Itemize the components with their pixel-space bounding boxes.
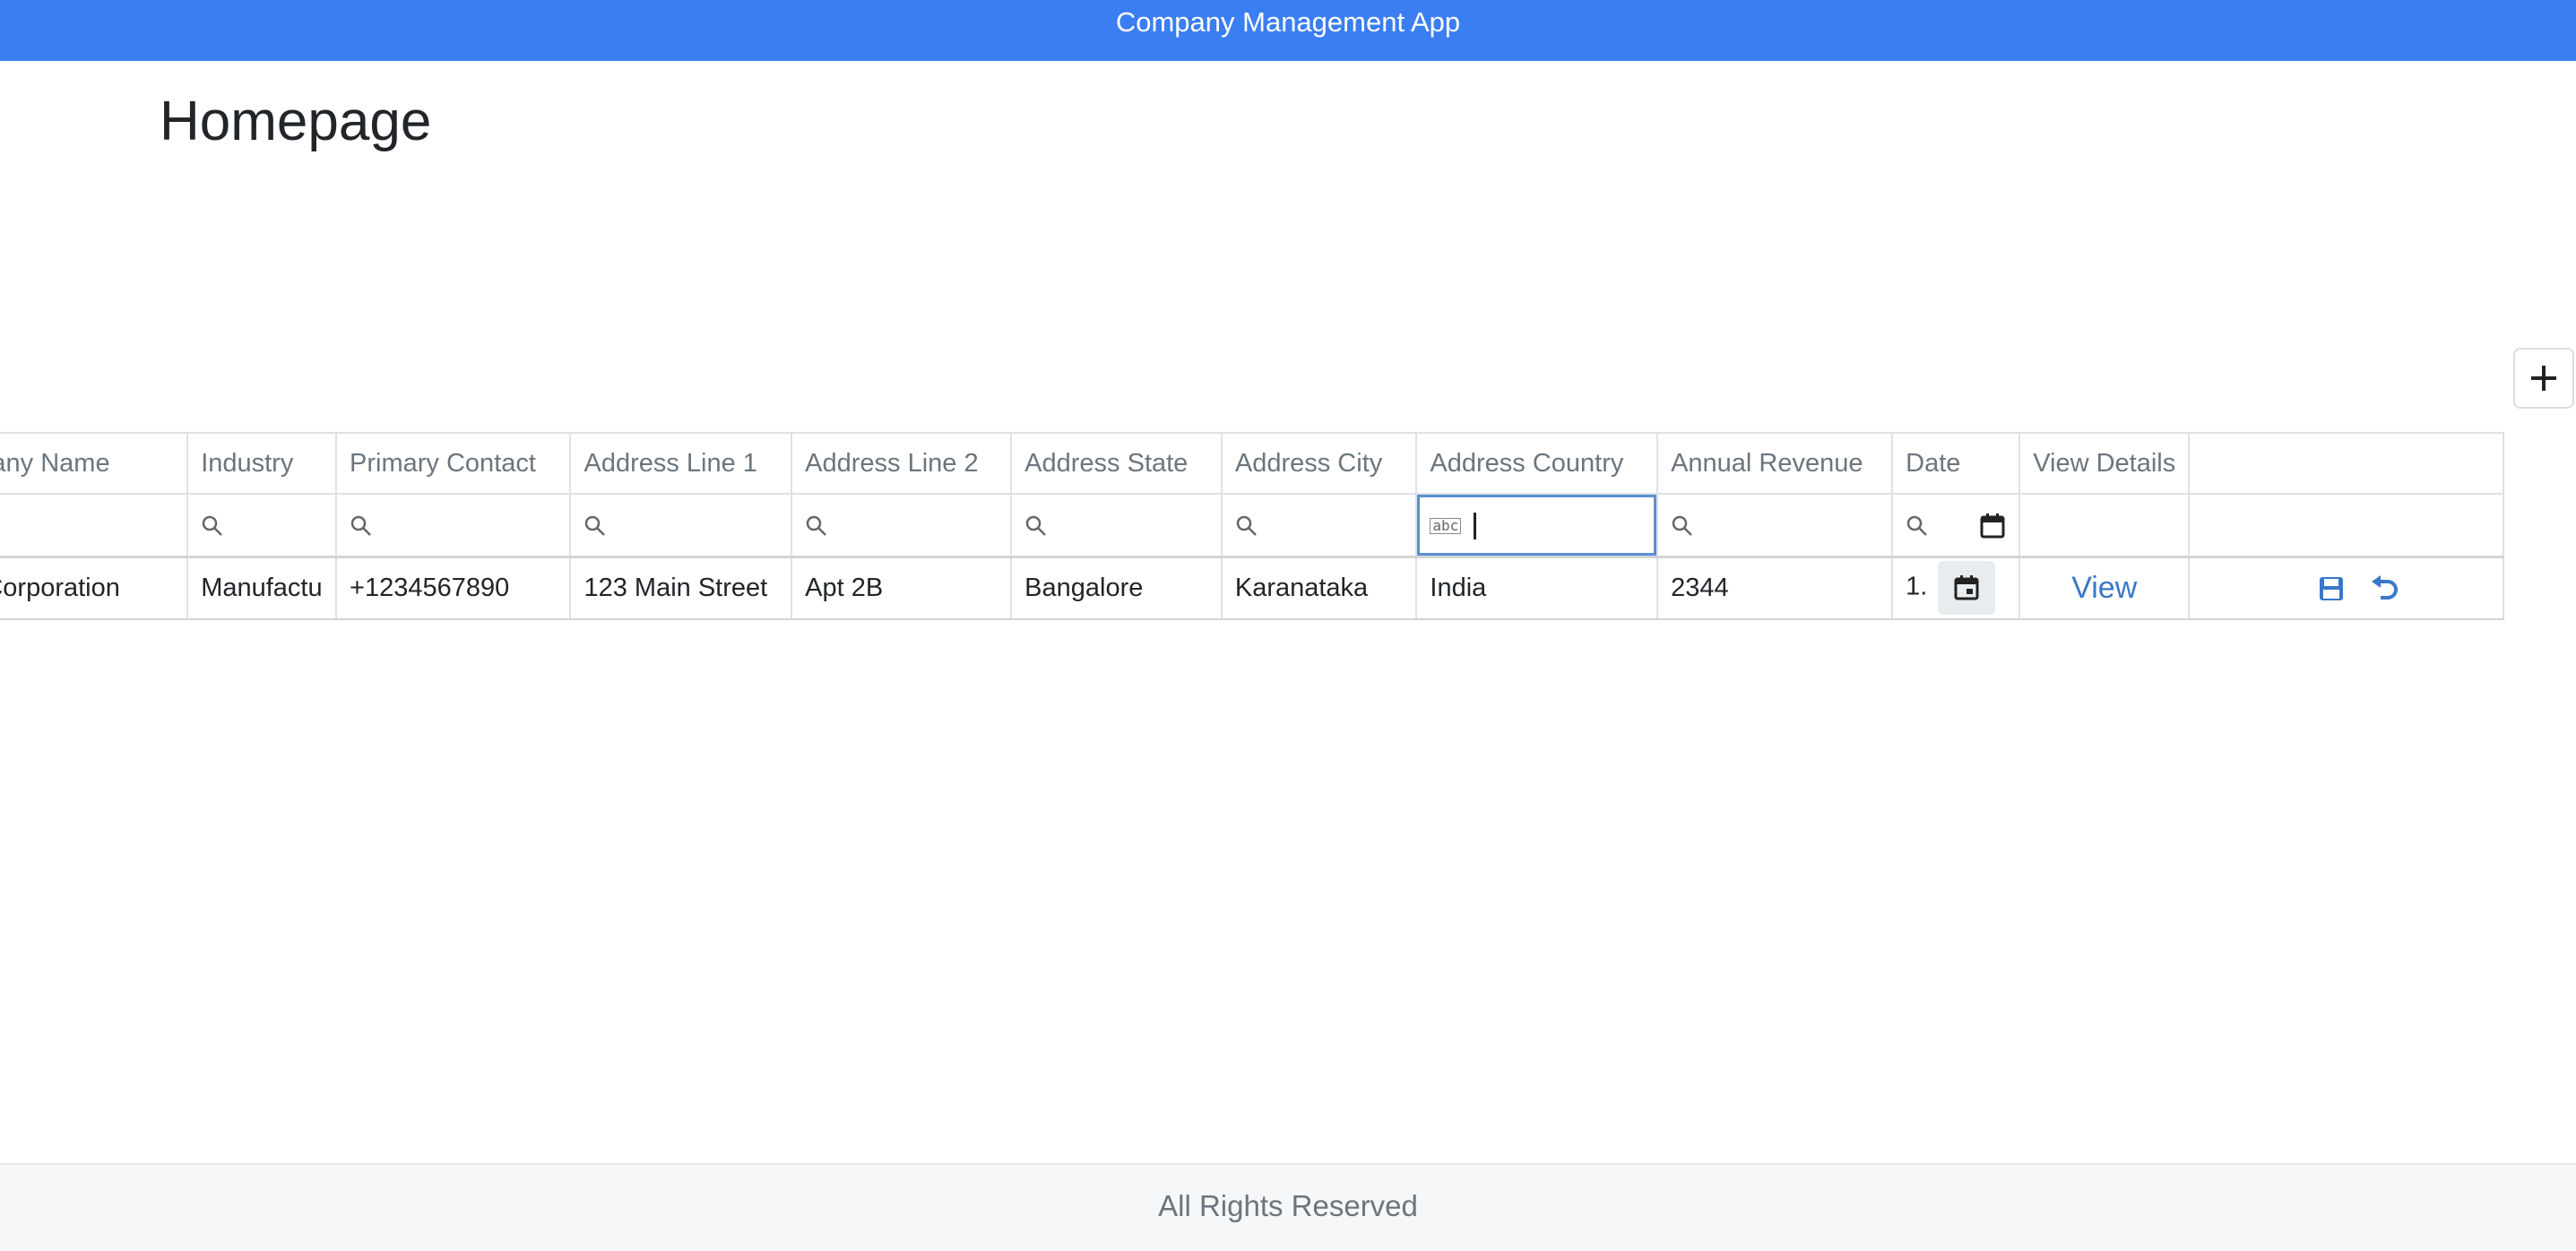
plus-icon [2531, 366, 2556, 391]
filter-address-country-input[interactable]: abc [1416, 494, 1659, 558]
filter-row: abc [0, 494, 2504, 558]
column-header-address-country[interactable]: Address Country [1416, 432, 1659, 495]
column-header-address-line-1[interactable]: Address Line 1 [570, 432, 793, 495]
search-icon [585, 515, 606, 536]
calendar-icon [1954, 575, 1979, 600]
calendar-icon[interactable] [1979, 513, 2006, 539]
text-cursor [1474, 512, 1477, 539]
column-header-industry[interactable]: Industry [187, 432, 338, 495]
column-header-primary-contact[interactable]: Primary Contact [336, 432, 572, 495]
column-header-actions [2189, 432, 2504, 495]
filter-address-city[interactable] [1221, 494, 1418, 558]
page-title: Homepage [160, 91, 432, 152]
footer-text: All Rights Reserved [1158, 1189, 1418, 1222]
table-row: BC Corporation Manufactu +1234567890 123… [0, 556, 2504, 620]
search-icon [202, 515, 223, 536]
filter-date[interactable] [1892, 494, 2021, 558]
cell-actions [2189, 556, 2504, 620]
column-header-annual-revenue[interactable]: Annual Revenue [1657, 432, 1894, 495]
filter-address-line-2[interactable] [791, 494, 1013, 558]
search-icon [1906, 515, 1928, 536]
company-table: ompany Name Industry Primary Contact Add… [0, 432, 2504, 620]
cell-primary-contact[interactable]: +1234567890 [336, 556, 572, 620]
undo-icon[interactable] [2370, 574, 2400, 603]
search-icon [1236, 515, 1257, 536]
save-icon[interactable] [2318, 575, 2345, 602]
filter-address-line-1[interactable] [570, 494, 793, 558]
app-title: Company Management App [1115, 6, 1461, 38]
column-header-address-state[interactable]: Address State [1011, 432, 1223, 495]
column-header-address-city[interactable]: Address City [1221, 432, 1418, 495]
cell-annual-revenue[interactable]: 2344 [1657, 556, 1894, 620]
date-picker-button[interactable] [1938, 561, 1996, 615]
text-filter-icon: abc [1430, 517, 1462, 534]
filter-view-details [2019, 494, 2191, 558]
cell-address-line-1[interactable]: 123 Main Street [570, 556, 793, 620]
filter-address-state[interactable] [1011, 494, 1223, 558]
header-row: ompany Name Industry Primary Contact Add… [0, 432, 2504, 495]
filter-industry[interactable] [187, 494, 338, 558]
column-header-address-line-2[interactable]: Address Line 2 [791, 432, 1013, 495]
filter-company-name[interactable] [0, 494, 189, 558]
filter-primary-contact[interactable] [336, 494, 572, 558]
column-header-view-details[interactable]: View Details [2019, 432, 2191, 495]
search-icon [350, 515, 371, 536]
app-header: Company Management App [0, 0, 2576, 61]
cell-company-name[interactable]: BC Corporation [0, 556, 189, 620]
search-icon [1025, 515, 1047, 536]
filter-actions [2189, 494, 2504, 558]
column-header-date[interactable]: Date [1892, 432, 2021, 495]
cell-date[interactable]: 1. [1892, 556, 2021, 620]
cell-view-details: View [2019, 556, 2191, 620]
cell-industry[interactable]: Manufactu [187, 556, 338, 620]
search-icon [806, 515, 827, 536]
cell-address-country[interactable]: India [1416, 556, 1659, 620]
cell-date-value: 1. [1906, 572, 1928, 601]
view-details-link[interactable]: View [2033, 571, 2175, 606]
footer: All Rights Reserved [0, 1163, 2576, 1251]
column-header-company-name[interactable]: ompany Name [0, 432, 189, 495]
add-company-button[interactable] [2513, 348, 2574, 409]
cell-address-state[interactable]: Bangalore [1011, 556, 1223, 620]
company-grid: ompany Name Industry Primary Contact Add… [0, 432, 2576, 620]
filter-annual-revenue[interactable] [1657, 494, 1894, 558]
search-icon [1672, 515, 1692, 536]
cell-address-line-2[interactable]: Apt 2B [791, 556, 1013, 620]
cell-address-city[interactable]: Karanataka [1221, 556, 1418, 620]
